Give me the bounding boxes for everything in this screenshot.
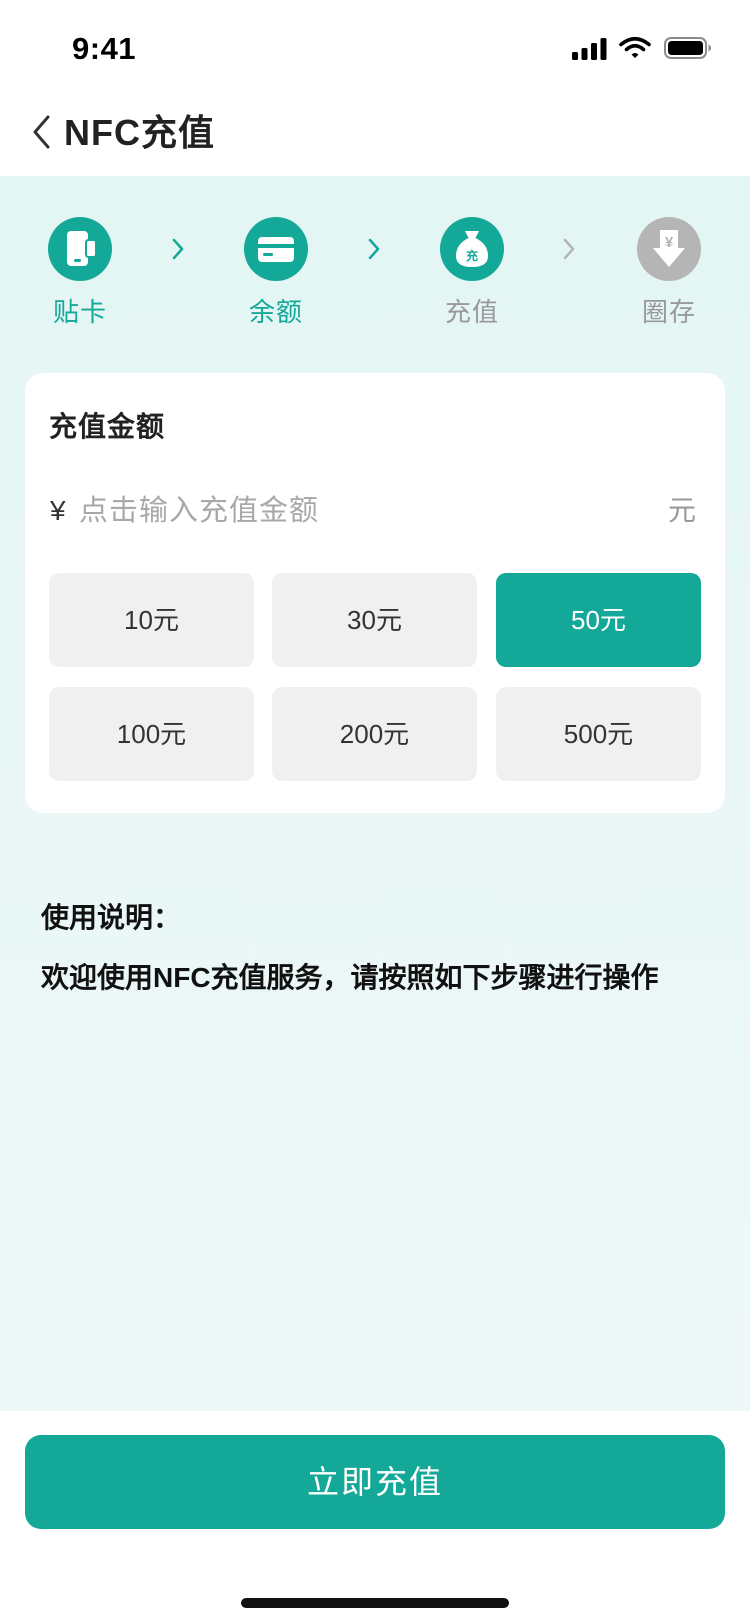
- yuan-text: ¥: [665, 234, 674, 251]
- amount-title: 充值金额: [49, 411, 166, 442]
- amount-option-200[interactable]: 200元: [272, 687, 477, 781]
- chevron-left-icon: [33, 115, 50, 149]
- amount-option-100[interactable]: 100元: [49, 687, 254, 781]
- step-label: 余额: [248, 297, 303, 327]
- home-indicator: [241, 1598, 509, 1608]
- step-circle: [48, 217, 112, 281]
- page-title: NFC充值: [64, 112, 215, 153]
- wifi-icon: [619, 36, 651, 58]
- amount-unit: 元: [667, 495, 696, 526]
- back-button[interactable]: [22, 108, 62, 156]
- amount-option-50[interactable]: 50元: [496, 573, 701, 667]
- step-load: ¥ 圈存: [604, 217, 734, 329]
- step-circle: [244, 217, 308, 281]
- step-label: 圈存: [641, 297, 696, 327]
- bank-card-icon: [258, 237, 294, 262]
- step-recharge: 充 充值: [407, 217, 537, 329]
- amount-option-10[interactable]: 10元: [49, 573, 254, 667]
- amount-card: 充值金额 ¥ 元 10元 30元 50元 100元 200元 500元: [25, 373, 725, 813]
- step-balance: 余额: [211, 217, 341, 329]
- chevron-right-icon: [563, 238, 575, 260]
- money-bag-icon: 充: [456, 231, 488, 267]
- chevron-right-icon: [172, 238, 184, 260]
- currency-symbol: ¥: [50, 495, 66, 526]
- recharge-now-button[interactable]: 立即充值: [25, 1435, 725, 1529]
- phone-card-icon: [67, 231, 97, 266]
- yuan-download-icon: ¥: [653, 230, 685, 267]
- step-label: 贴卡: [52, 297, 107, 327]
- amount-option-500[interactable]: 500元: [496, 687, 701, 781]
- step-tap-card: 贴卡: [15, 217, 145, 329]
- instructions-text: 欢迎使用NFC充值服务，请按照如下步骤进行操作: [41, 962, 659, 993]
- status-time: 9:41: [72, 31, 137, 66]
- step-label: 充值: [444, 297, 499, 327]
- signal-icon: [572, 38, 607, 60]
- battery-icon: [664, 37, 711, 59]
- money-bag-text: 充: [466, 248, 478, 263]
- chevron-right-icon: [368, 238, 380, 260]
- amount-option-30[interactable]: 30元: [272, 573, 477, 667]
- instructions-title: 使用说明：: [41, 902, 182, 933]
- step-circle: 充: [440, 217, 504, 281]
- step-circle: ¥: [637, 217, 701, 281]
- amount-input[interactable]: [79, 489, 639, 533]
